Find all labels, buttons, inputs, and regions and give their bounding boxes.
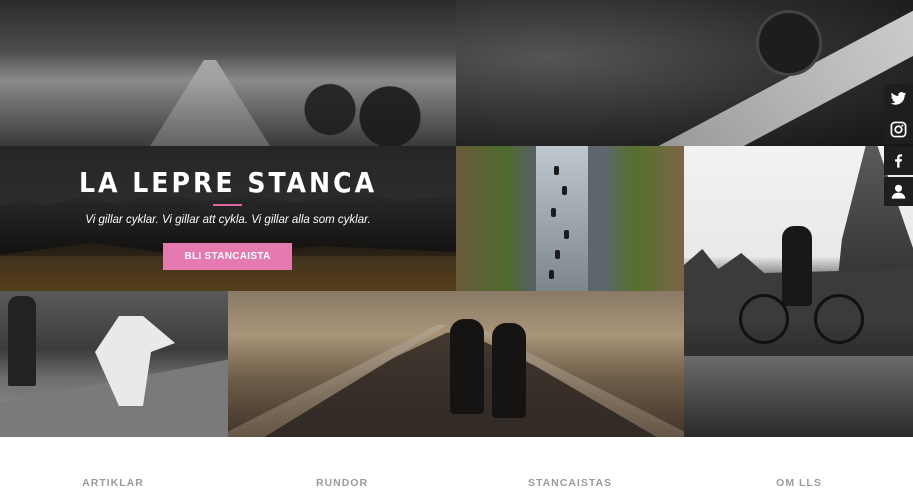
account-link[interactable] — [884, 177, 913, 206]
nav-item-artiklar[interactable]: ARTIKLAR — [33, 477, 193, 489]
aerial-rider — [551, 208, 556, 217]
aerial-rider — [554, 166, 559, 175]
nav-item-stancaistas[interactable]: STANCAISTAS — [490, 477, 650, 489]
aerial-rider — [555, 250, 560, 259]
facebook-link[interactable] — [884, 146, 913, 175]
hero-tagline: Vi gillar cyklar. Vi gillar att cykla. V… — [85, 214, 371, 226]
kid-rider — [782, 226, 812, 306]
social-sidebar — [884, 84, 913, 208]
bridge-rider — [492, 323, 526, 418]
main-navigation: ARTIKLAR RUNDOR STANCAISTAS OM LLS — [0, 437, 913, 500]
photo-handlebar-closeup — [456, 0, 913, 146]
aerial-rider — [549, 270, 554, 279]
join-button[interactable]: BLI STANCAISTA — [163, 243, 292, 270]
photo-road-cyclist-cheering — [0, 291, 228, 437]
kid-bike-wheel — [814, 294, 864, 344]
aerial-rider — [564, 230, 569, 239]
nav-item-om-lls[interactable]: OM LLS — [719, 477, 879, 489]
kid-photo-ramp — [684, 356, 913, 437]
instagram-link[interactable] — [884, 115, 913, 144]
spectator — [8, 296, 36, 386]
photo-kid-bmx-ramp — [684, 146, 913, 437]
photo-forest-road-cyclists — [0, 0, 456, 146]
hero-title-underline — [213, 204, 242, 206]
nav-item-rundor[interactable]: RUNDOR — [262, 477, 422, 489]
photo-foggy-bridge-riders — [228, 291, 684, 437]
bridge-rider — [450, 319, 484, 414]
hero-title: LA LEPRE STANCA — [78, 166, 378, 199]
kid-bike-wheel — [739, 294, 789, 344]
hero-panel: LA LEPRE STANCA Vi gillar cyklar. Vi gil… — [0, 146, 456, 291]
aerial-road — [536, 146, 588, 291]
aerial-rider — [562, 186, 567, 195]
twitter-link[interactable] — [884, 84, 913, 113]
photo-aerial-road-peloton — [456, 146, 684, 291]
